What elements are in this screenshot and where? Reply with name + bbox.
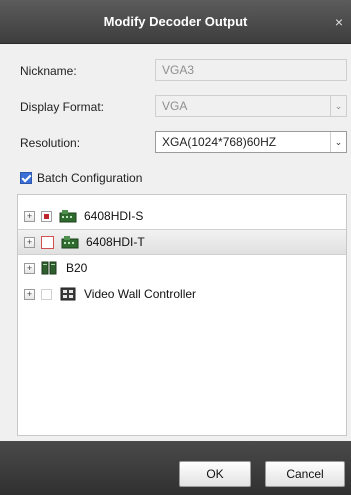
tree-item-checkbox[interactable] bbox=[41, 210, 52, 222]
batch-configuration[interactable]: Batch Configuration bbox=[20, 170, 142, 186]
resolution-label: Resolution: bbox=[20, 136, 81, 150]
expand-icon[interactable]: + bbox=[24, 288, 35, 300]
display-format-select: VGA ⌄ bbox=[155, 95, 347, 117]
tree-item-checkbox[interactable] bbox=[41, 235, 54, 249]
dialog-body: Nickname: VGA3 Display Format: VGA ⌄ Res… bbox=[0, 44, 351, 441]
tree-item-6408hdi-s[interactable]: + 6408HDI-S bbox=[18, 203, 346, 229]
chevron-down-icon[interactable]: ⌄ bbox=[330, 132, 346, 152]
decoder-icon bbox=[59, 210, 77, 223]
tree-item-label: 6408HDI-T bbox=[86, 235, 145, 249]
controller-icon bbox=[41, 261, 57, 275]
nickname-field: VGA3 bbox=[155, 59, 347, 81]
decoder-icon bbox=[61, 236, 79, 249]
resolution-value: XGA(1024*768)60HZ bbox=[162, 135, 277, 149]
tree-item-label: B20 bbox=[66, 261, 88, 275]
dialog-footer: OK Cancel bbox=[0, 441, 351, 495]
batch-configuration-checkbox[interactable] bbox=[20, 172, 32, 184]
close-icon[interactable]: × bbox=[331, 13, 347, 31]
display-format-label: Display Format: bbox=[20, 100, 105, 114]
expand-icon[interactable]: + bbox=[24, 210, 35, 222]
resolution-select[interactable]: XGA(1024*768)60HZ ⌄ bbox=[155, 131, 347, 153]
cancel-button[interactable]: Cancel bbox=[265, 461, 345, 487]
videowall-icon bbox=[60, 287, 76, 301]
tree-item-checkbox[interactable] bbox=[41, 288, 52, 300]
tree-item-label: 6408HDI-S bbox=[84, 209, 144, 223]
chevron-down-icon: ⌄ bbox=[330, 96, 346, 116]
expand-icon[interactable]: + bbox=[24, 262, 35, 274]
tree-item-video-wall-controller[interactable]: + Video Wall Controller bbox=[18, 281, 346, 307]
batch-configuration-label: Batch Configuration bbox=[37, 171, 143, 185]
expand-icon[interactable]: + bbox=[24, 236, 35, 248]
tree-item-6408hdi-t[interactable]: + 6408HDI-T bbox=[18, 229, 346, 255]
tree-item-b20[interactable]: + B20 bbox=[18, 255, 346, 281]
device-tree[interactable]: + 6408HDI-S + 6408HDI-T + B20 + Video Wa… bbox=[17, 194, 347, 436]
tree-item-label: Video Wall Controller bbox=[84, 287, 197, 301]
nickname-label: Nickname: bbox=[20, 64, 77, 78]
dialog-title: Modify Decoder Output bbox=[103, 14, 248, 29]
display-format-value: VGA bbox=[162, 99, 188, 113]
ok-button[interactable]: OK bbox=[179, 461, 251, 487]
dialog-titlebar: Modify Decoder Output × bbox=[0, 0, 351, 44]
